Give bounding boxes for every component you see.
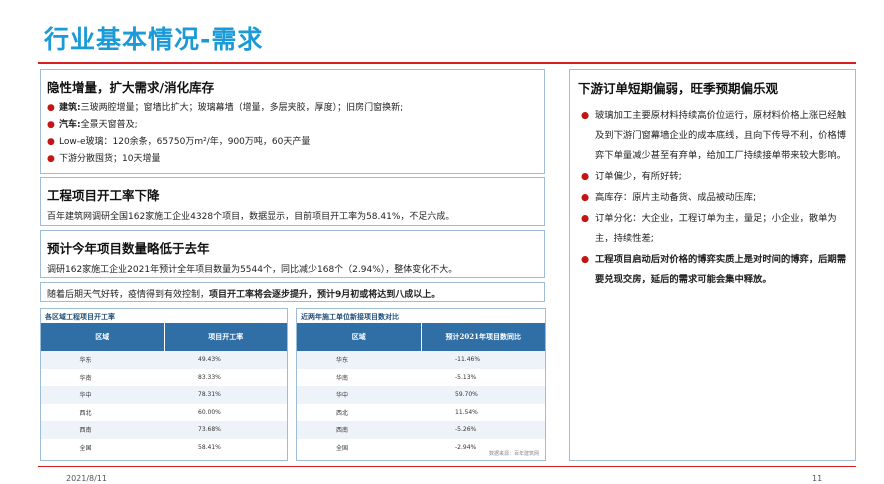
page-title: 行业基本情况-需求 [44, 25, 264, 54]
table-row: 华南 -5.13% [297, 368, 545, 386]
bullet-item: ● 高库存：原片主动备货、成品被动压库; [578, 188, 847, 208]
box1-heading: 隐性增量，扩大需求/消化库存 [47, 80, 215, 95]
regional-start-rate-table: 各区域工程项目开工率 区域 项目开工率 华东 49.43% 华南 83.33% 华中… [40, 308, 288, 461]
table-cell: 全国 [335, 444, 348, 452]
table-row: 华中 59.70% [297, 386, 545, 404]
table-cell: 西南 [79, 427, 92, 435]
table-header: 区域 预计2021年项目数同比 [297, 323, 545, 351]
bullet-icon: ● [47, 120, 55, 130]
table-cell: 58.41% [198, 443, 221, 451]
column-header: 项目开工率 [208, 332, 244, 341]
table-cell: -11.46% [455, 356, 481, 364]
bullet-label: 建筑: [59, 103, 81, 113]
table-cell: 华中 [335, 392, 348, 400]
hidden-increment-box: 隐性增量，扩大需求/消化库存 ● 建筑:三玻两腔增量；窗墙比扩大；玻璃幕墙（增量… [40, 69, 545, 174]
footer-divider [38, 466, 856, 467]
table-row: 西南 -5.26% [297, 421, 545, 439]
table-cell: -5.13% [455, 373, 477, 381]
table-row: 华东 49.43% [41, 351, 287, 369]
table-cell: 华南 [79, 374, 92, 382]
column-header: 区域 [95, 332, 110, 341]
bullet-item: ● 汽车:全景天窗普及; [47, 120, 538, 130]
page-number: 11 [812, 474, 823, 483]
outlook-bold-text: 项目开工率将会逐步提升，预计9月初或将达到八成以上。 [209, 290, 441, 300]
bullet-item: ● 订单偏少，有所好转; [578, 167, 847, 187]
bullet-item: ● 建筑:三玻两腔增量；窗墙比扩大；玻璃幕墙（增量，多层夹胶，厚度）；旧房门窗换… [47, 103, 538, 113]
right-heading: 下游订单短期偏弱，旺季预期偏乐观 [578, 81, 779, 96]
data-source-note: 数据来源：百年建筑网 [488, 451, 539, 457]
table-title: 各区域工程项目开工率 [45, 312, 115, 321]
box3-heading: 预计今年项目数量略低于去年 [47, 241, 210, 256]
table-cell: 49.43% [198, 356, 221, 364]
outlook-box: 随着后期天气好转，疫情得到有效控制，项目开工率将会逐步提升，预计9月初或将达到八… [40, 282, 545, 302]
column-header: 区域 [351, 332, 366, 341]
table-cell: 华中 [79, 392, 92, 400]
table-body: 华东 -11.46% 华南 -5.13% 华中 59.70% 西北 11.54% 西南 -… [297, 351, 545, 456]
bullet-text: 订单分化：大企业，工程订单为主，量足；小企业，散单为主，持续性差; [595, 213, 837, 244]
table-row: 西南 73.68% [41, 421, 287, 439]
bullet-icon: ● [581, 254, 590, 265]
table-cell: 60.00% [198, 408, 221, 416]
table-row: 西北 60.00% [41, 403, 287, 421]
bullet-text: 高库存：原片主动备货、成品被动压库; [595, 192, 757, 203]
downstream-orders-box: 下游订单短期偏弱，旺季预期偏乐观 ● 玻璃加工主要原材料持续高价位运行，原材料价… [569, 69, 856, 461]
bullet-item: ● 工程项目启动后对价格的博弈实质上是对时间的博弈，后期需要兑现交房，延后的需求… [578, 250, 847, 290]
box3-text: 调研162家施工企业2021年预计全年项目数量为5544个，同比减少168个（2… [47, 265, 458, 275]
table-cell: 全国 [79, 444, 92, 452]
box2-heading: 工程项目开工率下降 [47, 188, 160, 203]
bullet-icon: ● [47, 154, 55, 164]
table-cell: 73.68% [198, 426, 221, 434]
table-row: 华南 83.33% [41, 368, 287, 386]
bullet-text: 三玻两腔增量；窗墙比扩大；玻璃幕墙（增量，多层夹胶，厚度）；旧房门窗换新; [80, 103, 404, 113]
bullet-icon: ● [581, 213, 590, 224]
box2-text: 百年建筑网调研全国162家施工企业4328个项目，数据显示，目前项目开工率为58… [47, 212, 455, 222]
bullet-icon: ● [47, 103, 55, 113]
bullet-label: 汽车: [59, 120, 81, 130]
project-start-rate-box: 工程项目开工率下降 百年建筑网调研全国162家施工企业4328个项目，数据显示，… [40, 177, 545, 226]
bullet-text: 工程项目启动后对价格的博弈实质上是对时间的博弈，后期需要兑现交房，延后的需求可能… [595, 254, 847, 285]
table-cell: -5.26% [455, 426, 477, 434]
table-body: 华东 49.43% 华南 83.33% 华中 78.31% 西北 60.00% 西南 73… [41, 351, 287, 456]
table-cell: 西北 [335, 409, 348, 417]
bullet-item: ● 下游分散囤货；10天增量 [47, 154, 538, 164]
bullet-icon: ● [581, 171, 590, 182]
table-cell: 华东 [79, 357, 92, 365]
project-count-box: 预计今年项目数量略低于去年 调研162家施工企业2021年预计全年项目数量为55… [40, 230, 545, 278]
table-cell: 华东 [335, 357, 348, 365]
table-row: 华东 -11.46% [297, 351, 545, 369]
bullet-icon: ● [581, 192, 590, 203]
table-cell: 11.54% [455, 408, 478, 416]
bullet-text: 下游分散囤货；10天增量 [59, 154, 161, 164]
bullet-item: ● Low-e玻璃：120余条，65750万m²/年，900万吨，60天产量 [47, 137, 538, 147]
table-row: 华中 78.31% [41, 386, 287, 404]
bullet-text: Low-e玻璃：120余条，65750万m²/年，900万吨，60天产量 [59, 137, 311, 147]
title-divider [38, 62, 856, 64]
table-cell: 59.70% [455, 391, 478, 399]
table-row: 西北 11.54% [297, 403, 545, 421]
table-cell: 华南 [335, 374, 348, 382]
outlook-text: 随着后期天气好转，疫情得到有效控制， [47, 290, 210, 300]
bullet-icon: ● [581, 110, 590, 121]
table-title: 近两年施工单位新接项目数对比 [301, 312, 399, 321]
table-cell: 83.33% [198, 373, 221, 381]
table-header: 区域 项目开工率 [41, 323, 287, 351]
new-project-comparison-table: 近两年施工单位新接项目数对比 区域 预计2021年项目数同比 华东 -11.46%… [296, 308, 546, 461]
bullet-text: 全景天窗普及; [80, 120, 138, 130]
bullet-text: 玻璃加工主要原材料持续高价位运行，原材料价格上涨已经触及到下游门窗幕墙企业的成本… [595, 110, 847, 161]
bullet-item: ● 订单分化：大企业，工程订单为主，量足；小企业，散单为主，持续性差; [578, 209, 847, 249]
table-cell: 西北 [79, 409, 92, 417]
column-header: 预计2021年项目数同比 [445, 332, 521, 341]
table-cell: 西南 [335, 427, 348, 435]
bullet-icon: ● [47, 137, 55, 147]
bullet-text: 订单偏少，有所好转; [595, 171, 682, 182]
table-row: 全国 58.41% [41, 438, 287, 456]
bullet-item: ● 玻璃加工主要原材料持续高价位运行，原材料价格上涨已经触及到下游门窗幕墙企业的… [578, 106, 847, 166]
table-cell: 78.31% [198, 391, 221, 399]
footer-date: 2021/8/11 [66, 474, 108, 483]
